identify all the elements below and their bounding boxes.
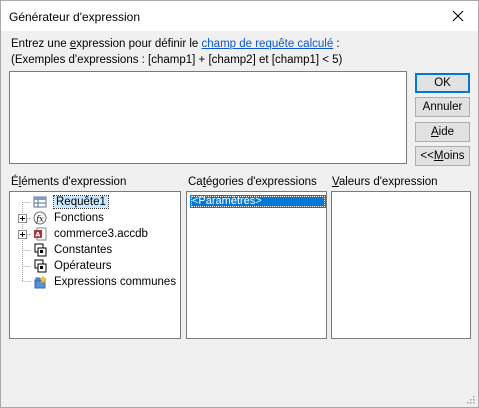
category-item-parametres[interactable]: <Paramètres> — [190, 195, 326, 208]
expand-icon[interactable] — [18, 214, 27, 223]
tree-item-operateurs[interactable]: Opérateurs — [10, 258, 180, 274]
svg-text:fx: fx — [35, 214, 44, 223]
tree-item-commerce3-accdb[interactable]: A commerce3.accdb — [10, 226, 180, 242]
ok-button[interactable]: OK — [415, 73, 470, 93]
svg-text:A: A — [35, 231, 40, 239]
expression-elements-tree[interactable]: Requête1 fx Fonctions A commerce3.accdb — [9, 191, 181, 339]
tree-item-fonctions[interactable]: fx Fonctions — [10, 210, 180, 226]
tree-item-label: Opérateurs — [54, 260, 112, 272]
access-database-icon: A — [34, 227, 47, 241]
calculated-field-help-link[interactable]: champ de requête calculé — [202, 38, 334, 50]
tree-item-label: Fonctions — [54, 212, 104, 224]
instruction-line-1: Entrez une expression pour définir le ch… — [11, 38, 340, 50]
tree-item-label: Requête1 — [53, 195, 109, 209]
dialog-title: Générateur d'expression — [9, 10, 141, 24]
expand-icon[interactable] — [18, 230, 27, 239]
expression-categories-label: Catégories d'expressions — [188, 176, 317, 188]
cancel-button[interactable]: Annuler — [415, 97, 470, 117]
expression-builder-dialog: Générateur d'expression Entrez une expre… — [0, 0, 479, 408]
function-fx-icon: fx — [33, 211, 47, 225]
expression-values-label: Valeurs d'expression — [332, 176, 438, 188]
less-button[interactable]: << Moins — [415, 146, 470, 166]
close-button[interactable] — [438, 1, 478, 31]
constants-folder-icon — [34, 243, 47, 257]
tree-item-label: commerce3.accdb — [54, 228, 148, 240]
common-expressions-icon — [34, 275, 47, 289]
help-button[interactable]: Aide — [415, 122, 470, 142]
expression-elements-label: Éléments d'expression — [11, 176, 127, 188]
tree-item-label: Expressions communes — [54, 276, 177, 288]
instruction-line-2: (Exemples d'expressions : [champ1] + [ch… — [11, 54, 343, 66]
expression-values-list[interactable] — [331, 191, 471, 339]
tree-item-constantes[interactable]: Constantes — [10, 242, 180, 258]
expression-categories-list[interactable]: <Paramètres> — [186, 191, 327, 339]
title-bar: Générateur d'expression — [1, 1, 478, 31]
close-icon — [452, 10, 464, 22]
resize-grip-icon[interactable] — [465, 394, 475, 404]
tree-item-requete1[interactable]: Requête1 — [10, 194, 180, 210]
expression-input[interactable] — [9, 71, 407, 164]
tree-item-label: Constantes — [54, 244, 113, 256]
query-icon — [33, 196, 47, 208]
tree-item-expressions-communes[interactable]: Expressions communes — [10, 274, 180, 290]
operators-folder-icon — [34, 259, 47, 273]
